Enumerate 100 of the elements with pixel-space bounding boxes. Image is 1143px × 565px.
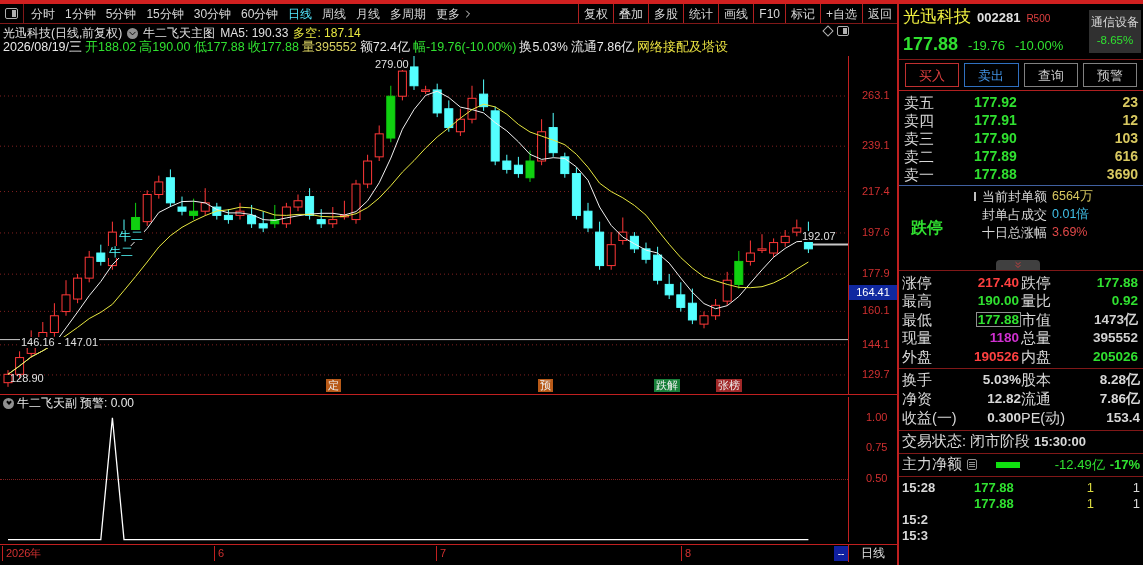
toolbar-button[interactable]: 返回 [862,4,897,23]
period-tab[interactable]: 分时 [27,7,59,20]
candle [212,202,222,221]
price-axis-label: 144.1 [862,338,890,350]
last-price: 177.88 [903,35,959,53]
expand-icon [1013,260,1023,270]
candle [351,179,361,225]
ask-volume: 23 [1121,95,1138,109]
indicator-title: 牛二飞天副 [17,397,77,409]
quote-value: 换5.03% [519,41,568,54]
price-axis-label: 239.1 [862,140,890,152]
signal-label: 牛二 [108,246,134,258]
candle [3,369,13,388]
candle [618,217,628,246]
ask-level-label: 卖三 [904,130,935,146]
period-tab[interactable]: 周线 [318,7,351,20]
candle [502,154,512,175]
period-label[interactable]: 日线 [848,545,897,562]
candle [525,150,535,183]
ask-level-label: 卖一 [904,166,935,182]
candle [84,250,94,283]
price-axis-label: 129.7 [862,368,890,380]
document-icon[interactable] [967,459,977,470]
stat-label: 收益(一) [902,410,957,426]
period-tab[interactable]: 15分钟 [142,7,188,20]
candle [363,154,373,189]
candle [780,229,790,248]
candle [455,108,465,137]
low-price-label: 128.90 [10,373,44,384]
stock-code: 002281 [977,11,1021,24]
stat-label: 流通 [1021,391,1051,407]
candle [258,210,268,233]
quote-value: 幅-19.76(-10.00%) [413,41,517,54]
period-tab[interactable]: 60分钟 [237,7,283,20]
period-tab[interactable]: 1分钟 [61,7,100,20]
period-tab[interactable]: 更多 [432,7,479,20]
main-flow-percent: -17% [1109,458,1140,471]
signal-marker: 张榜 [716,379,742,392]
signal-marker: 预 [538,379,553,392]
action-button[interactable]: 买入 [905,63,960,87]
stat-label: 涨停 [902,274,932,290]
period-tab[interactable]: 日线 [284,7,317,20]
candle [676,281,686,313]
toolbar-button[interactable]: +自选 [820,4,862,23]
axis-tag: -- [834,546,848,561]
high-price-label: 279.00 [374,59,410,70]
sector-card[interactable]: 通信设备 -8.65% [1089,10,1141,53]
candle [583,202,593,233]
indicator-reading: 预警: 0.00 [80,397,135,409]
candle [142,189,152,227]
ask-level-label: 卖二 [904,148,935,164]
dropdown-icon[interactable] [127,27,139,39]
ask-price: 177.89 [974,149,1018,163]
candle [49,302,59,338]
candle [247,204,257,229]
quote-value: 高190.00 [139,41,191,54]
stat-value: 0.01倍 [1052,207,1090,221]
candle [328,206,338,229]
quote-value: 收177.88 [247,41,299,54]
period-tab[interactable]: 多周期 [386,7,431,20]
candle [409,56,419,91]
candle [386,85,396,143]
sector-name: 通信设备 [1091,17,1139,29]
stat-value: 3.69% [1052,225,1088,239]
flow-bar [996,461,1020,468]
last-price-label: 192.07 [802,231,836,242]
ask-price: 177.91 [974,113,1018,127]
ask-volume: 3690 [1105,167,1138,181]
panel-toggle-icon[interactable] [5,8,18,19]
price-axis-label: 197.6 [862,226,890,238]
toolbar-button[interactable]: F10 [753,4,785,23]
toolbar-button[interactable]: 叠加 [613,4,649,23]
toolbar-button[interactable]: 画线 [718,4,754,23]
toolbar-button[interactable]: 多股 [648,4,684,23]
period-tab[interactable]: 5分钟 [101,7,141,20]
stat-label: 当前封单额 [982,189,1047,203]
action-button[interactable]: 卖出 [964,63,1019,87]
date-axis-label: 7 [436,546,447,561]
toolbar-button[interactable]: 复权 [578,4,614,23]
candle [769,237,779,258]
stat-value: 5.03% [982,373,1021,387]
trade-status-time: 15:30:00 [1034,435,1087,448]
tick-count: 1 [1132,496,1140,511]
period-tab[interactable]: 月线 [352,7,385,20]
ask-volume: 103 [1113,131,1138,145]
toolbar-button[interactable]: 统计 [683,4,719,23]
limit-status: 跌停 [911,220,943,236]
toolbar-button[interactable]: 标记 [785,4,820,23]
current-price-tag: 164.41 [849,285,897,301]
candle [629,231,639,254]
panel-toggle-icon[interactable] [837,26,849,36]
stat-label: 十日总涨幅 [982,225,1047,239]
action-button[interactable]: 查询 [1023,63,1078,87]
quote-value: 网络接配及塔设 [637,41,729,54]
action-button[interactable]: 预警 [1082,63,1137,87]
stat-label: 量比 [1021,293,1051,309]
dropdown-icon[interactable] [3,397,14,409]
ask-level-label: 卖四 [904,112,935,128]
candle [177,196,187,216]
period-tab[interactable]: 30分钟 [189,7,236,20]
